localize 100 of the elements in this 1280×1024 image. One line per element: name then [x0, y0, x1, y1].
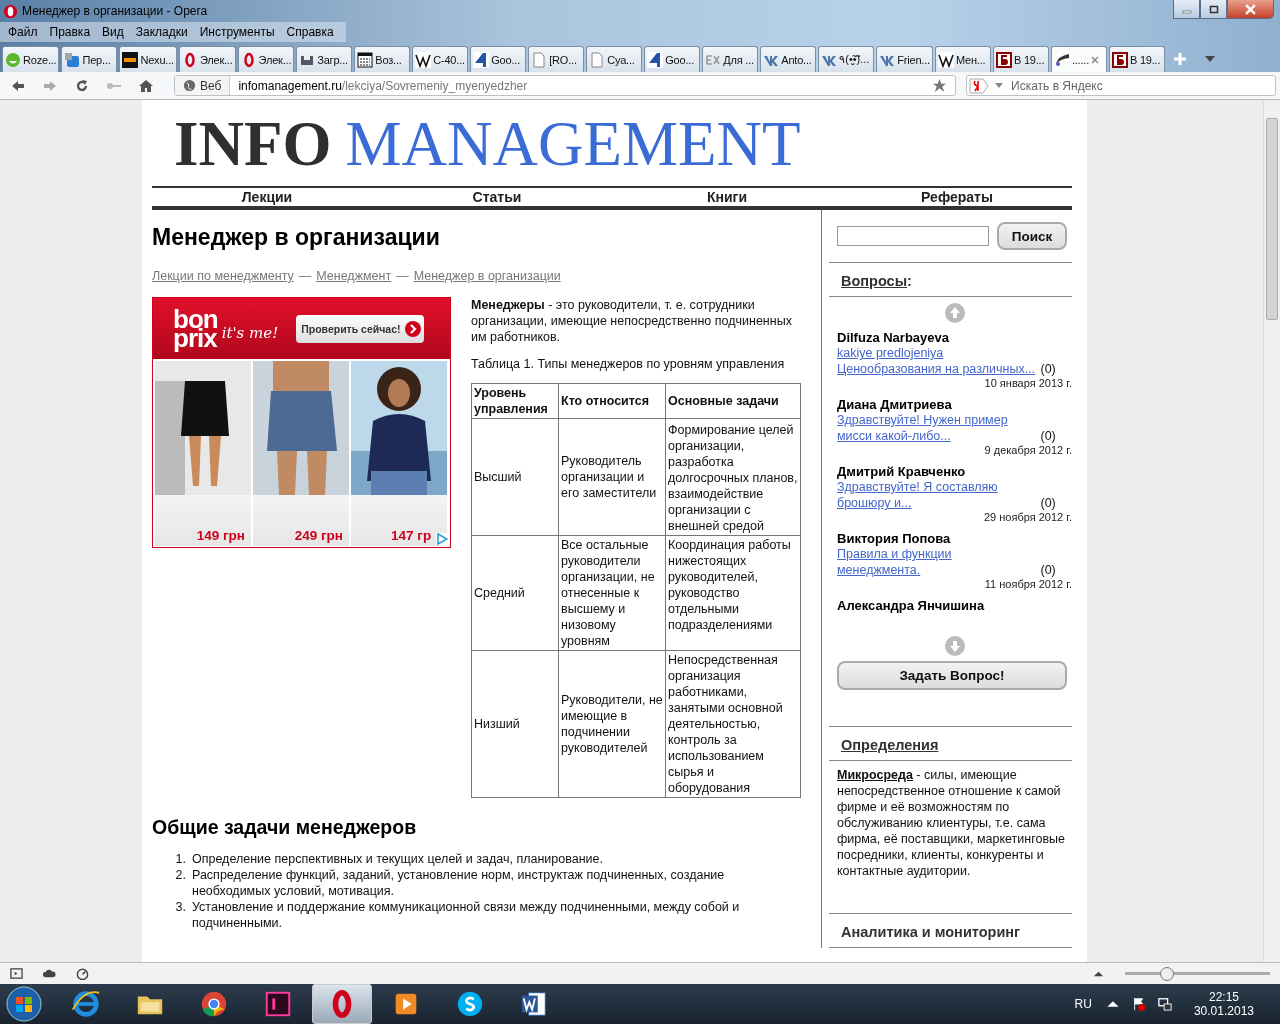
- browser-tab[interactable]: ٩(•̮̮̃•̃)...: [818, 46, 875, 72]
- browser-tab[interactable]: Goo...: [470, 46, 527, 72]
- nav-link[interactable]: Лекции: [152, 188, 382, 206]
- browser-tab[interactable]: Anto...: [760, 46, 817, 72]
- ad-choices-icon[interactable]: [436, 533, 448, 545]
- start-button-icon[interactable]: [6, 986, 42, 1022]
- clock-time: 22:15: [1208, 990, 1239, 1004]
- question-date: 29 ноября 2012 г.: [983, 511, 1072, 523]
- question-link[interactable]: Здравствуйте! Я составляю брошюру и...: [837, 479, 1037, 511]
- web-badge[interactable]: Веб: [175, 76, 231, 95]
- maximize-button[interactable]: [1200, 0, 1227, 19]
- scrollbar[interactable]: [1263, 100, 1280, 962]
- translate-icon: [64, 51, 81, 68]
- browser-tab[interactable]: Для ...: [702, 46, 759, 72]
- browser-tab[interactable]: В 19...: [992, 46, 1049, 72]
- wiki-icon: [937, 51, 954, 68]
- menu-item[interactable]: Инструменты: [195, 22, 283, 42]
- browser-tab[interactable]: Goo...: [644, 46, 701, 72]
- table-cell: Все остальные руководители организации, не отнесенные к высшему и низовому уровням: [558, 535, 666, 651]
- address-field[interactable]: Веб infomanagement.ru/lekciya/Sovremeniy_myenyedzher: [174, 75, 956, 96]
- panel-icon[interactable]: [10, 967, 23, 980]
- reload-icon[interactable]: [74, 77, 90, 94]
- browser-tab[interactable]: Пер...: [61, 46, 118, 72]
- browser-tab[interactable]: [RO...: [528, 46, 585, 72]
- ad-slogan: it's me!: [221, 323, 279, 342]
- cloud-icon[interactable]: [43, 967, 56, 980]
- browser-tab[interactable]: Загр...: [296, 46, 353, 72]
- browser-tab[interactable]: Frien...: [876, 46, 933, 72]
- breadcrumb-link[interactable]: Менеджмент: [316, 269, 392, 283]
- search-button[interactable]: Поиск: [997, 222, 1067, 250]
- browser-tab[interactable]: Roze...: [2, 46, 60, 72]
- close-tab-icon[interactable]: [1091, 55, 1100, 64]
- search-field[interactable]: Искать в Яндекс: [966, 75, 1276, 96]
- table-cell: Непосредственная организация работниками, занятыми основной деятельностью, контроль за использованием сырья и оборудования: [665, 650, 801, 798]
- search-input[interactable]: [837, 226, 989, 246]
- breadcrumb-separator: —: [396, 269, 409, 283]
- menu-item[interactable]: Правка: [45, 22, 99, 42]
- clock[interactable]: 22:15 30.01.2013: [1193, 990, 1254, 1018]
- nav-link[interactable]: Рефераты: [842, 188, 1072, 206]
- home-icon[interactable]: [138, 77, 154, 94]
- calculator-icon: [357, 51, 374, 68]
- caret-icon[interactable]: [995, 83, 1003, 88]
- question-link[interactable]: Здравствуйте! Нужен пример мисси какой-либо...: [837, 412, 1037, 444]
- site-logo-icon: [647, 51, 664, 68]
- list-number: 2.: [174, 867, 187, 884]
- nav-link[interactable]: Книги: [612, 188, 842, 206]
- definitions-heading[interactable]: Определения: [841, 737, 939, 753]
- browser-tab[interactable]: Nexu...: [119, 46, 177, 72]
- opera-logo-icon: [3, 3, 18, 19]
- search-engine-icon[interactable]: [969, 77, 989, 94]
- browser-tab[interactable]: Мен...: [934, 46, 991, 72]
- browser-tab[interactable]: Элек...: [237, 46, 295, 72]
- document-icon: [519, 989, 549, 1019]
- globe-icon: [183, 79, 196, 92]
- questions-heading[interactable]: Вопросы: [841, 273, 908, 289]
- skype-icon: [455, 989, 485, 1019]
- ad-button[interactable]: Проверить сейчас!: [296, 314, 424, 343]
- question-author: Александра Янчишина: [837, 598, 986, 613]
- flag-icon[interactable]: [1131, 997, 1146, 1011]
- table-cell: Руководитель организации и его заместители: [558, 418, 666, 536]
- browser-tab[interactable]: Суа...: [586, 46, 643, 72]
- browser-icon: [71, 989, 101, 1019]
- dropdown-icon[interactable]: [1204, 56, 1215, 62]
- menu-item[interactable]: Вид: [98, 22, 132, 42]
- browser-tab[interactable]: ......: [1050, 46, 1107, 72]
- breadcrumb-link[interactable]: Менеджер в организации: [413, 269, 561, 283]
- question-author: Dilfuza Narbayeva: [837, 330, 950, 345]
- site-logo[interactable]: INFO MANAGEMENT: [152, 100, 1072, 184]
- page-title: Менеджер в организации: [152, 224, 441, 251]
- breadcrumb-link[interactable]: Лекции по менеджменту: [152, 269, 294, 283]
- minimize-button[interactable]: [1173, 0, 1200, 19]
- app-icon: [263, 989, 293, 1019]
- menu-item[interactable]: Закладки: [131, 22, 196, 42]
- question-link[interactable]: Правила и функции менеджмента.: [837, 546, 1037, 578]
- column-header: Кто относится: [558, 383, 666, 419]
- question-date: 9 декабря 2012 г.: [983, 444, 1072, 456]
- browser-tab[interactable]: С-40...: [412, 46, 469, 72]
- star-icon[interactable]: [932, 78, 947, 93]
- column-header: Основные задачи: [665, 383, 801, 419]
- table-cell: Руководители, не имеющие в подчинении руководителей: [558, 650, 666, 798]
- language-indicator[interactable]: RU: [1074, 997, 1092, 1011]
- close-button[interactable]: [1227, 0, 1274, 19]
- nav-link[interactable]: Статьи: [382, 188, 612, 206]
- network-icon[interactable]: [1157, 997, 1172, 1011]
- clock-date: 30.01.2013: [1193, 1004, 1254, 1018]
- browser-tab[interactable]: Элек...: [178, 46, 236, 72]
- table-cell: Низший: [471, 650, 559, 798]
- menu-item[interactable]: Файл: [4, 22, 46, 42]
- ask-question-button[interactable]: Задать Вопрос!: [837, 661, 1067, 690]
- analytics-heading: Аналитика и мониторинг: [841, 924, 1021, 940]
- browser-tab[interactable]: Воз...: [354, 46, 411, 72]
- question-date: 10 января 2013 г.: [983, 377, 1072, 389]
- question-link[interactable]: kakiye predlojeniya Ценообразования на различных...: [837, 345, 1037, 377]
- table-cell: Формирование целей организации, разработка долгосрочных планов, взаимодействие организации с внешней средой: [665, 418, 801, 536]
- speedometer-icon[interactable]: [76, 967, 89, 980]
- menu-item[interactable]: Справка: [282, 22, 342, 42]
- term-link[interactable]: Микросреда: [837, 768, 913, 782]
- list-item-text: Определение перспективных и текущих целей и задач, планирование.: [192, 851, 604, 867]
- browser-tab[interactable]: В 19...: [1108, 46, 1165, 72]
- page-icon: [531, 51, 548, 68]
